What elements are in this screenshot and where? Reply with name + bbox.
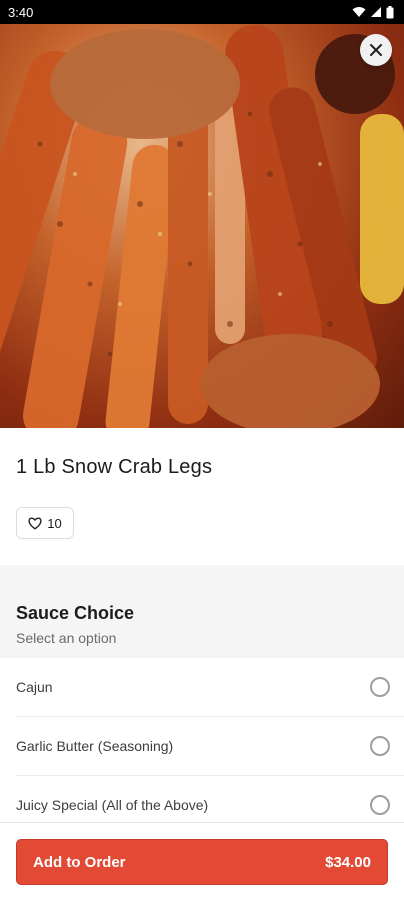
- heart-icon: [28, 516, 42, 530]
- add-to-order-label: Add to Order: [33, 853, 126, 871]
- item-title: 1 Lb Snow Crab Legs: [16, 456, 213, 478]
- order-price: $34.00: [325, 853, 371, 871]
- add-to-order-button[interactable]: Add to Order $34.00: [16, 839, 388, 885]
- like-button[interactable]: 10: [16, 507, 74, 539]
- like-count: 10: [47, 515, 62, 531]
- close-icon: [370, 44, 382, 56]
- crab-legs-illustration: [0, 25, 404, 428]
- radio-button[interactable]: [370, 795, 390, 815]
- sauce-option-garlic-butter[interactable]: Garlic Butter (Seasoning): [16, 717, 404, 776]
- close-button[interactable]: [360, 34, 392, 66]
- item-photo: [0, 24, 404, 428]
- option-label: Garlic Butter (Seasoning): [16, 738, 174, 754]
- sauce-section-header: Sauce Choice Select an option: [0, 565, 404, 658]
- section-subtitle: Select an option: [16, 630, 117, 646]
- radio-button[interactable]: [370, 677, 390, 697]
- item-details: 1 Lb Snow Crab Legs 10 Sauce Choice Sele…: [0, 428, 404, 835]
- battery-icon: [386, 5, 394, 18]
- sauce-options-list: Cajun Garlic Butter (Seasoning) Juicy Sp…: [0, 658, 404, 835]
- footer-bar: Add to Order $34.00: [0, 822, 404, 901]
- radio-button[interactable]: [370, 736, 390, 756]
- section-title: Sauce Choice: [16, 603, 135, 623]
- status-bar: 3:40: [0, 0, 404, 24]
- signal-icon: [371, 7, 381, 17]
- wifi-icon: [352, 7, 366, 17]
- option-label: Cajun: [16, 679, 53, 695]
- status-time: 3:40: [8, 4, 34, 20]
- sauce-option-cajun[interactable]: Cajun: [16, 658, 404, 717]
- status-icons: [352, 5, 394, 19]
- option-label: Juicy Special (All of the Above): [16, 797, 209, 813]
